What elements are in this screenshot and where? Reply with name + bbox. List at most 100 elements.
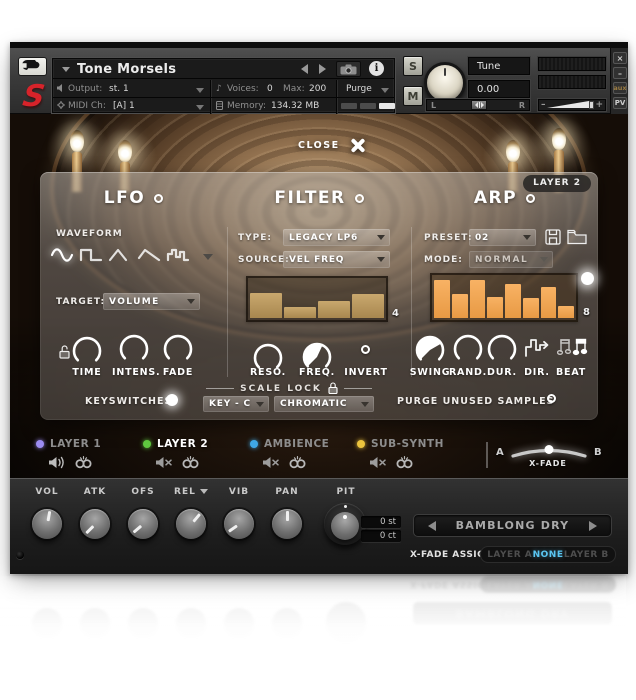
sine-wave-icon[interactable] bbox=[50, 246, 74, 268]
lfo-power-toggle[interactable] bbox=[154, 194, 163, 203]
random-wave-icon[interactable] bbox=[166, 246, 190, 268]
arp-preset-select[interactable]: 02 bbox=[469, 229, 536, 246]
pan-slider[interactable]: L R bbox=[426, 99, 530, 111]
speaker-muted-icon[interactable] bbox=[262, 454, 279, 473]
wrench-button[interactable] bbox=[18, 57, 47, 76]
waveform-dropdown-caret[interactable] bbox=[203, 254, 213, 260]
snapshot-camera-button[interactable] bbox=[336, 61, 361, 77]
output-value[interactable]: st. 1 bbox=[109, 84, 129, 94]
volume-plus[interactable]: + bbox=[595, 100, 603, 110]
max-value[interactable]: 200 bbox=[309, 84, 326, 94]
saw-wave-icon[interactable] bbox=[137, 246, 161, 268]
title-dropdown-caret[interactable] bbox=[62, 67, 70, 72]
vol-knob[interactable] bbox=[32, 509, 62, 539]
mute-button[interactable]: M bbox=[403, 86, 423, 106]
arp-led-indicator[interactable] bbox=[581, 272, 594, 285]
step-bar[interactable] bbox=[523, 298, 539, 319]
layer-tab[interactable]: AMBIENCE bbox=[250, 438, 357, 473]
layer-tab[interactable]: LAYER 2 bbox=[143, 438, 250, 473]
lfo-target-select[interactable]: VOLUME bbox=[103, 293, 200, 310]
lfo-intensity-knob[interactable] bbox=[116, 330, 152, 366]
pitch-cents-box[interactable]: 0 ct bbox=[361, 530, 401, 542]
step-bar[interactable] bbox=[541, 287, 557, 318]
rel-knob[interactable] bbox=[176, 509, 206, 539]
filter-invert-toggle[interactable] bbox=[361, 345, 370, 354]
link-icon[interactable] bbox=[288, 454, 307, 473]
arp-duration-knob[interactable] bbox=[484, 330, 520, 366]
step-bar[interactable] bbox=[452, 294, 468, 318]
step-bar[interactable] bbox=[284, 307, 316, 318]
atk-knob[interactable] bbox=[80, 509, 110, 539]
purge-label[interactable]: Purge bbox=[346, 84, 372, 94]
tune-knob[interactable] bbox=[424, 62, 466, 104]
filter-source-select[interactable]: VEL FREQ bbox=[283, 251, 390, 268]
filter-power-toggle[interactable] bbox=[355, 194, 364, 203]
arp-power-toggle[interactable] bbox=[526, 194, 535, 203]
vib-knob[interactable] bbox=[224, 509, 254, 539]
next-articulation-arrow[interactable] bbox=[589, 521, 597, 531]
link-icon[interactable] bbox=[181, 454, 200, 473]
pitch-knob[interactable] bbox=[324, 503, 366, 545]
layer-tab[interactable]: SUB-SYNTH bbox=[357, 438, 464, 473]
pan-handle[interactable] bbox=[471, 100, 487, 110]
arp-random-knob[interactable] bbox=[450, 330, 486, 366]
volume-minus[interactable]: – bbox=[541, 100, 546, 110]
purge-caret[interactable] bbox=[381, 88, 389, 93]
keyswitches-toggle[interactable] bbox=[166, 394, 178, 406]
triangle-wave-icon[interactable] bbox=[108, 246, 132, 268]
close-window-button[interactable]: × bbox=[613, 52, 627, 64]
speaker-muted-icon[interactable] bbox=[155, 454, 172, 473]
purge-unused-samples-button[interactable] bbox=[547, 394, 556, 403]
square-wave-icon[interactable] bbox=[79, 246, 103, 268]
info-button[interactable]: i bbox=[369, 61, 384, 76]
step-bar[interactable] bbox=[487, 297, 503, 318]
lfo-fade-knob[interactable] bbox=[160, 330, 196, 366]
save-preset-icon[interactable] bbox=[545, 229, 561, 249]
arp-direction-icon[interactable] bbox=[524, 335, 551, 363]
xfade-option[interactable]: NONE bbox=[533, 550, 564, 560]
output-caret[interactable] bbox=[196, 88, 204, 93]
volume-slider[interactable]: – + bbox=[538, 99, 606, 111]
speaker-muted-icon[interactable] bbox=[369, 454, 386, 473]
knob-dropdown-caret[interactable] bbox=[200, 489, 208, 494]
ofs-knob[interactable] bbox=[128, 509, 158, 539]
pv-button[interactable]: PV bbox=[613, 97, 627, 109]
link-icon[interactable] bbox=[395, 454, 414, 473]
step-bar[interactable] bbox=[434, 280, 450, 318]
link-icon[interactable] bbox=[74, 454, 93, 473]
next-instrument-arrow[interactable] bbox=[319, 64, 326, 74]
lfo-time-knob[interactable] bbox=[69, 332, 105, 368]
step-bar[interactable] bbox=[318, 301, 350, 318]
midi-caret[interactable] bbox=[196, 105, 204, 110]
solo-button[interactable]: S bbox=[403, 56, 423, 76]
tune-value-box[interactable]: 0.00 bbox=[468, 80, 530, 98]
step-bar[interactable] bbox=[250, 293, 282, 318]
volume-handle[interactable] bbox=[589, 101, 594, 109]
xfade-option[interactable]: LAYER B bbox=[564, 550, 609, 560]
prev-articulation-arrow[interactable] bbox=[428, 521, 436, 531]
aux-button[interactable]: aux bbox=[613, 82, 627, 94]
layer-tab[interactable]: LAYER 1 bbox=[36, 438, 143, 473]
prev-instrument-arrow[interactable] bbox=[301, 64, 308, 74]
articulation-selector[interactable]: BAMBLONG DRY bbox=[413, 514, 612, 537]
arp-mode-select[interactable]: NORMAL bbox=[469, 251, 553, 268]
speaker-on-icon[interactable] bbox=[48, 454, 65, 473]
midi-value[interactable]: [A] 1 bbox=[113, 101, 135, 111]
scale-type-select[interactable]: CHROMATIC bbox=[274, 396, 374, 412]
load-preset-folder-icon[interactable] bbox=[567, 229, 587, 249]
close-overlay-button[interactable]: CLOSE bbox=[298, 137, 366, 154]
step-bar[interactable] bbox=[352, 294, 384, 318]
step-bar[interactable] bbox=[470, 280, 486, 318]
scale-key-select[interactable]: KEY - C bbox=[203, 396, 269, 412]
minimize-button[interactable]: – bbox=[613, 67, 627, 79]
xfade-option[interactable]: LAYER A bbox=[487, 550, 532, 560]
step-bar[interactable] bbox=[505, 284, 521, 318]
pan-knob[interactable] bbox=[272, 509, 302, 539]
pitch-semitones-box[interactable]: 0 st bbox=[361, 516, 401, 528]
arp-swing-knob[interactable] bbox=[412, 331, 448, 367]
filter-type-select[interactable]: LEGACY LP6 bbox=[283, 229, 390, 246]
step-bar[interactable] bbox=[558, 306, 574, 318]
filter-step-table[interactable] bbox=[246, 276, 388, 322]
arp-step-table[interactable] bbox=[430, 273, 578, 322]
arp-beat-icon[interactable] bbox=[557, 336, 589, 362]
